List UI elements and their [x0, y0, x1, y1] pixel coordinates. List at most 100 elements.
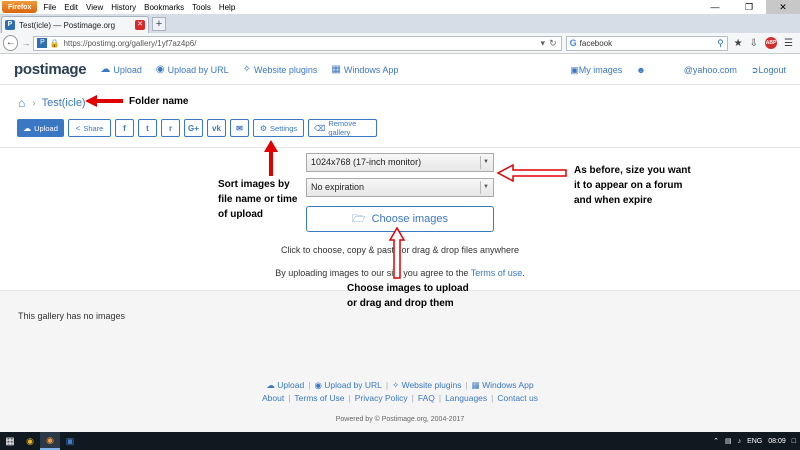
volume-icon[interactable]: ♪: [738, 438, 742, 445]
footer-about[interactable]: About: [262, 393, 284, 403]
folder-open-icon: 🗁: [351, 212, 366, 225]
close-window-icon[interactable]: ✕: [766, 0, 800, 14]
site-header: postimage ☁ Upload ◉ Upload by URL ✧ Websit…: [0, 55, 800, 85]
footer-contact[interactable]: Contact us: [497, 393, 538, 403]
footer-faq[interactable]: FAQ: [418, 393, 435, 403]
search-bar[interactable]: G facebook ⚲: [565, 35, 728, 51]
nav-my-images[interactable]: ▣ My images: [570, 65, 622, 76]
windows-start-icon[interactable]: ▦: [0, 432, 20, 450]
site-identity-icon[interactable]: P: [37, 38, 48, 48]
choose-images-label: Choose images: [371, 213, 449, 225]
minimize-icon[interactable]: —: [698, 0, 732, 14]
reddit-share-button[interactable]: r: [161, 119, 180, 137]
search-input[interactable]: facebook: [580, 39, 717, 48]
googleplus-share-button[interactable]: G+: [184, 119, 203, 137]
nav-windows-app[interactable]: ▦ Windows App: [331, 64, 398, 75]
annotation-size-line-3: and when expire: [574, 195, 653, 206]
folder-name-link[interactable]: Test(icle): [42, 97, 86, 109]
chrome-icon[interactable]: ◉: [20, 432, 40, 450]
network-icon[interactable]: ▤: [725, 437, 732, 445]
share-button[interactable]: < Share: [68, 119, 111, 137]
footer-terms[interactable]: Terms of Use: [294, 393, 344, 403]
terms-suffix: .: [522, 268, 525, 278]
browser-titlebar: Firefox File Edit View History Bookmarks…: [0, 0, 800, 14]
annotation-choose-line-1: Choose images to upload: [347, 283, 469, 294]
lock-icon[interactable]: 🔒: [49, 39, 59, 48]
upload-button[interactable]: ☁ Upload: [17, 119, 64, 137]
footer-privacy[interactable]: Privacy Policy: [355, 393, 408, 403]
footer-languages[interactable]: Languages: [445, 393, 487, 403]
word-icon[interactable]: ▣: [60, 432, 80, 450]
user-icon[interactable]: ☻: [636, 65, 645, 75]
footer-website-plugins[interactable]: ✧ Website plugins: [392, 380, 461, 391]
footer-upload[interactable]: ☁ Upload: [266, 380, 304, 391]
firefox-icon[interactable]: ◉: [40, 432, 60, 450]
menu-help[interactable]: Help: [219, 3, 235, 12]
system-tray: ⌃ ▤ ♪ ENG 08:09 □: [707, 432, 796, 450]
search-icon[interactable]: ⚲: [717, 38, 724, 49]
close-tab-icon[interactable]: ✕: [135, 20, 145, 30]
settings-button[interactable]: ⚙ Settings: [253, 119, 304, 137]
email-share-button[interactable]: ✉: [230, 119, 249, 137]
nav-windows-app-label: Windows App: [343, 64, 399, 75]
clock[interactable]: 08:09: [768, 438, 786, 445]
arrow-folder-name: [85, 95, 123, 107]
language-indicator[interactable]: ENG: [747, 438, 762, 445]
menu-file[interactable]: File: [43, 3, 56, 12]
notifications-icon[interactable]: □: [792, 438, 796, 445]
menu-edit[interactable]: Edit: [64, 3, 78, 12]
windows-icon: ▦: [331, 64, 341, 75]
postimage-logo[interactable]: postimage: [14, 61, 87, 78]
twitter-share-button[interactable]: t: [138, 119, 157, 137]
nav-upload[interactable]: ☁ Upload: [100, 64, 142, 75]
nav-logout[interactable]: ➲ Logout: [751, 65, 786, 76]
forward-arrow-icon[interactable]: →: [21, 38, 30, 48]
footer-upload-by-url[interactable]: ◉ Upload by URL: [314, 380, 381, 391]
dropdown-icon[interactable]: ▾: [541, 38, 546, 49]
footer-upload-by-url-label: Upload by URL: [324, 380, 382, 390]
nav-upload-by-url-label: Upload by URL: [167, 64, 229, 75]
star-icon[interactable]: ★: [734, 38, 743, 49]
tab-postimage[interactable]: P Test(icle) — Postimage.org ✕: [1, 16, 149, 33]
vk-share-button[interactable]: vk: [207, 119, 226, 137]
reload-icon[interactable]: ↻: [549, 38, 557, 49]
trash-icon: ⌫: [314, 123, 326, 133]
menu-tools[interactable]: Tools: [192, 3, 211, 12]
chevron-up-icon[interactable]: ⌃: [713, 437, 719, 445]
chevron-down-icon: ▼: [480, 156, 491, 169]
new-tab-button[interactable]: +: [152, 17, 166, 31]
gallery-toolbar: ☁ Upload < Share f t r G+ vk ✉ ⚙ Settings ⌫…: [17, 119, 381, 137]
back-arrow-icon[interactable]: ←: [3, 35, 19, 51]
google-icon[interactable]: G: [570, 38, 577, 48]
footer-website-plugins-label: Website plugins: [401, 380, 462, 390]
expiration-select[interactable]: No expiration ▼: [306, 178, 494, 197]
footer-row-2: About | Terms of Use | Privacy Policy | …: [261, 393, 539, 403]
nav-account[interactable]: @yahoo.com: [684, 65, 737, 75]
puzzle-icon: ✧: [242, 64, 252, 75]
upload-button-label: Upload: [34, 123, 58, 133]
firefox-menu-button[interactable]: Firefox: [2, 1, 38, 13]
adblock-icon[interactable]: ABP: [765, 37, 778, 49]
nav-website-plugins[interactable]: ✧ Website plugins: [243, 64, 318, 75]
settings-button-label: Settings: [270, 123, 298, 133]
terms-link[interactable]: Terms of use: [471, 268, 523, 278]
restore-icon[interactable]: ❐: [732, 0, 766, 14]
footer-windows-app[interactable]: ▦ Windows App: [472, 380, 534, 391]
terms-notice: By uploading images to our site you agre…: [0, 268, 800, 278]
annotation-sort-line-3: of upload: [218, 209, 263, 220]
download-icon[interactable]: ⇩: [750, 38, 758, 49]
home-icon[interactable]: ⌂: [18, 96, 25, 110]
terms-prefix: By uploading images to our site you agre…: [275, 268, 471, 278]
menu-history[interactable]: History: [111, 3, 136, 12]
logout-icon: ➲: [750, 64, 759, 75]
resize-select[interactable]: 1024x768 (17-inch monitor) ▼: [306, 153, 494, 172]
choose-images-button[interactable]: 🗁 Choose images: [306, 206, 494, 232]
nav-upload-by-url[interactable]: ◉ Upload by URL: [156, 64, 229, 75]
url-text[interactable]: https://postimg.org/gallery/1yf7az4p6/: [63, 39, 540, 48]
hamburger-menu-icon[interactable]: ☰: [784, 38, 793, 49]
menu-view[interactable]: View: [86, 3, 103, 12]
remove-gallery-button[interactable]: ⌫ Remove gallery: [308, 119, 377, 137]
facebook-share-button[interactable]: f: [115, 119, 134, 137]
menu-bookmarks[interactable]: Bookmarks: [144, 3, 184, 12]
address-bar[interactable]: P 🔒 https://postimg.org/gallery/1yf7az4p…: [33, 35, 562, 51]
